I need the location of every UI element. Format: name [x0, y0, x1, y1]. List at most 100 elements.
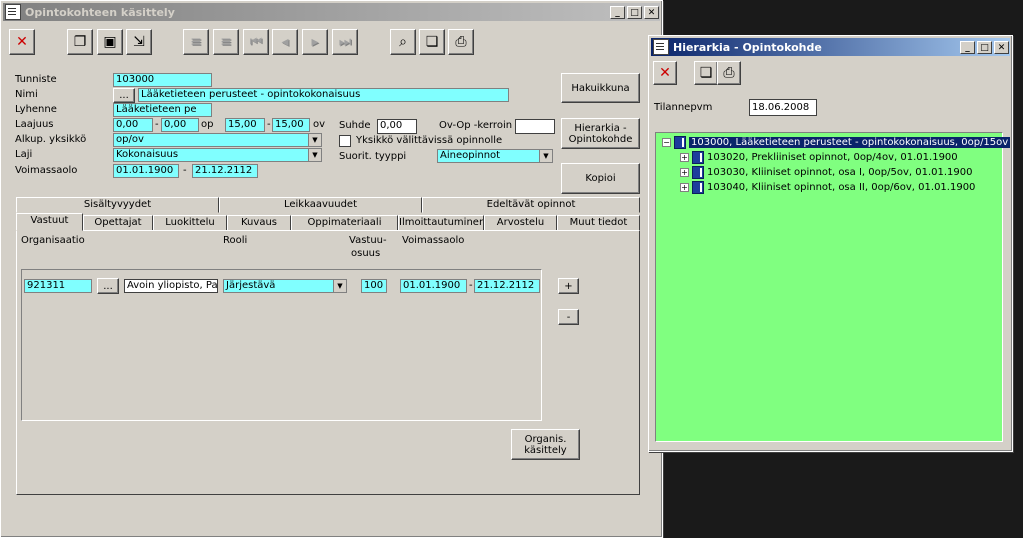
- osuus-field[interactable]: 100: [361, 279, 387, 293]
- hakuikkuna-button[interactable]: Hakuikkuna: [561, 73, 640, 103]
- tab-luokittelu[interactable]: Luokittelu: [153, 215, 227, 231]
- row-from-field[interactable]: 01.01.1900: [400, 279, 467, 293]
- tree-node-label: 103040, Kliiniset opinnot, osa II, 0op/6…: [707, 182, 976, 193]
- organis-button[interactable]: Organis. käsittely: [511, 429, 580, 460]
- expand-icon[interactable]: +: [680, 153, 689, 162]
- search-icon[interactable]: ⌕: [390, 29, 416, 55]
- close-button[interactable]: ✕: [644, 5, 659, 19]
- book-icon: [692, 181, 704, 194]
- hier-titlebar[interactable]: Hierarkia - Opintokohde _ □ ✕: [651, 38, 1010, 56]
- add-row-button[interactable]: +: [558, 278, 579, 294]
- yksikko-checkbox[interactable]: [339, 135, 351, 147]
- suorit-select[interactable]: Aineopinnot ▼: [437, 149, 553, 163]
- expand-icon[interactable]: +: [680, 183, 689, 192]
- first-record-icon[interactable]: ⏮: [243, 29, 269, 55]
- document-icon: [653, 39, 669, 55]
- minimize-button[interactable]: _: [960, 40, 975, 54]
- chevron-down-icon[interactable]: ▼: [539, 150, 552, 162]
- voimassa-from-field[interactable]: 01.01.1900: [113, 164, 179, 178]
- laji-select[interactable]: Kokonaisuus ▼: [113, 148, 322, 162]
- col-vastuu: Vastuu-: [349, 235, 387, 246]
- hierarkia-button[interactable]: Hierarkia - Opintokohde: [561, 118, 640, 149]
- col-organisaatio: Organisaatio: [21, 235, 85, 246]
- prev-record-icon[interactable]: ◂: [272, 29, 298, 55]
- collapse-icon[interactable]: −: [662, 138, 671, 147]
- nimi-field[interactable]: Lääketieteen perusteet - opintokokonaisu…: [138, 88, 509, 102]
- save-icon[interactable]: ▣: [97, 29, 123, 55]
- tree-node[interactable]: + 103020, Prekliiniset opinnot, 0op/4ov,…: [680, 151, 958, 164]
- kopioi-label: Kopioi: [585, 173, 616, 184]
- tab-leikkaavuudet[interactable]: Leikkaavuudet: [219, 197, 422, 213]
- hierarkia-label-2: Opintokohde: [568, 133, 633, 145]
- tree-node[interactable]: + 103040, Kliiniset opinnot, osa II, 0op…: [680, 181, 975, 194]
- laajuus-min-ov[interactable]: 15,00: [225, 118, 265, 132]
- delete-button[interactable]: ✕: [653, 61, 677, 85]
- lyhenne-field[interactable]: Lääketieteen pe: [113, 103, 212, 117]
- tunniste-label: Tunniste: [15, 74, 57, 85]
- print-icon[interactable]: ⎙: [717, 61, 741, 85]
- dash: -: [267, 119, 271, 130]
- print-icon[interactable]: ⎙: [448, 29, 474, 55]
- minimize-button[interactable]: _: [610, 5, 625, 19]
- tab-ilmoittautuminen[interactable]: Ilmoittautuminen: [398, 215, 484, 231]
- org-id-field[interactable]: 921311: [24, 279, 92, 293]
- tab-oppimateriaali[interactable]: Oppimateriaali: [291, 215, 398, 231]
- alkup-select[interactable]: op/ov ▼: [113, 133, 322, 147]
- windows-icon[interactable]: ❏: [419, 29, 445, 55]
- organis-label-2: käsittely: [524, 444, 567, 456]
- org-browse-button[interactable]: ...: [97, 278, 119, 294]
- tab-edeltavat[interactable]: Edeltävät opinnot: [422, 197, 640, 213]
- last-record-icon[interactable]: ⏭: [332, 29, 358, 55]
- suhde-field[interactable]: 0,00: [377, 119, 417, 134]
- nimi-label: Nimi: [15, 89, 38, 100]
- document-icon: [5, 4, 21, 20]
- tab-vastuut[interactable]: Vastuut: [16, 213, 83, 231]
- tilannepvm-label: Tilannepvm: [654, 102, 713, 113]
- tab-muut-tiedot[interactable]: Muut tiedot: [557, 215, 640, 231]
- book-icon: [692, 151, 704, 164]
- expand-icon[interactable]: +: [680, 168, 689, 177]
- col-rooli: Rooli: [223, 235, 248, 246]
- add-row-icon[interactable]: ≡: [183, 29, 209, 55]
- windows-icon[interactable]: ❏: [694, 61, 718, 85]
- chevron-down-icon[interactable]: ▼: [308, 149, 321, 161]
- kopioi-button[interactable]: Kopioi: [561, 163, 640, 194]
- nimi-browse-button[interactable]: ...: [113, 88, 135, 103]
- yksikko-check-label: Yksikkö välittävissä opinnolle: [356, 135, 503, 146]
- chevron-down-icon[interactable]: ▼: [333, 280, 346, 292]
- laajuus-max-ov[interactable]: 15,00: [272, 118, 310, 132]
- chevron-down-icon[interactable]: ▼: [308, 134, 321, 146]
- rooli-select[interactable]: Järjestävä ▼: [223, 279, 347, 293]
- tree-node-root[interactable]: − 103000, Lääketieteen perusteet - opint…: [662, 136, 1011, 149]
- tab-arvostelu[interactable]: Arvostelu: [484, 215, 557, 231]
- tab-kuvaus[interactable]: Kuvaus: [227, 215, 291, 231]
- tab-opettajat[interactable]: Opettajat: [83, 215, 153, 231]
- export-icon[interactable]: ⇲: [126, 29, 152, 55]
- copy-icon[interactable]: ❐: [67, 29, 93, 55]
- maximize-button[interactable]: □: [977, 40, 992, 54]
- delete-row-icon[interactable]: ≡: [213, 29, 239, 55]
- ovop-label: Ov-Op -kerroin: [439, 120, 513, 131]
- delete-button[interactable]: ✕: [9, 29, 35, 55]
- ov-label: ov: [313, 119, 326, 130]
- laajuus-max-op[interactable]: 0,00: [161, 118, 199, 132]
- rooli-value: Järjestävä: [226, 280, 276, 291]
- col-voimassaolo: Voimassaolo: [402, 235, 465, 246]
- voimassa-to-field[interactable]: 21.12.2112: [192, 164, 258, 178]
- remove-row-button[interactable]: -: [558, 309, 579, 325]
- tab-sisaltyvyydet[interactable]: Sisältyvyydet: [16, 197, 219, 213]
- next-record-icon[interactable]: ▸: [302, 29, 328, 55]
- ovop-field[interactable]: [515, 119, 555, 134]
- row-to-field[interactable]: 21.12.2112: [474, 279, 540, 293]
- tunniste-field[interactable]: 103000: [113, 73, 212, 87]
- suhde-label: Suhde: [339, 120, 371, 131]
- maximize-button[interactable]: □: [627, 5, 642, 19]
- tilannepvm-field[interactable]: 18.06.2008: [749, 99, 817, 116]
- suorit-value: Aineopinnot: [440, 150, 501, 161]
- close-button[interactable]: ✕: [994, 40, 1009, 54]
- main-titlebar[interactable]: Opintokohteen käsittely _ □ ✕: [3, 3, 660, 21]
- tree-node-label: 103020, Prekliiniset opinnot, 0op/4ov, 0…: [707, 152, 958, 163]
- laajuus-min-op[interactable]: 0,00: [113, 118, 153, 132]
- tree-node[interactable]: + 103030, Kliiniset opinnot, osa I, 0op/…: [680, 166, 972, 179]
- org-name-field[interactable]: Avoin yliopisto, Palm: [124, 279, 218, 293]
